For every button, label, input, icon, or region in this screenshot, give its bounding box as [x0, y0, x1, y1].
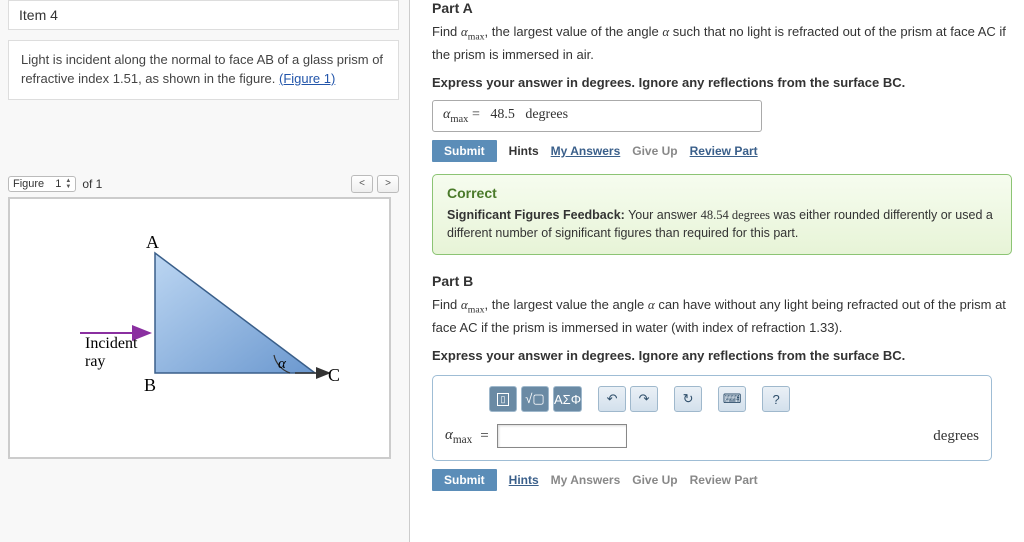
figure-nav: < >	[351, 175, 399, 193]
figure-header: Figure 1 ▲▼ of 1 < >	[8, 175, 399, 193]
part-a-instruction: Express your answer in degrees. Ignore a…	[432, 73, 1012, 93]
figure-current: 1	[55, 178, 61, 190]
right-column: Part A Find αmax, the largest value of t…	[410, 0, 1024, 542]
equation-toolbar: ▯ √▢ ΑΣΦ ↶ ↷ ↻ ⌨ ?	[489, 386, 979, 412]
part-a-submit-button[interactable]: Submit	[432, 140, 497, 162]
part-b-hints[interactable]: Hints	[509, 473, 539, 487]
part-a-question: Find αmax, the largest value of the angl…	[432, 22, 1012, 65]
vertex-c: C	[328, 365, 340, 385]
part-b-label: Part B	[432, 273, 1012, 289]
left-column: Item 4 Light is incident along the norma…	[0, 0, 410, 542]
keyboard-button[interactable]: ⌨	[718, 386, 746, 412]
page-root: Item 4 Light is incident along the norma…	[0, 0, 1024, 542]
feedback-sigfig: Significant Figures Feedback: Your answe…	[447, 207, 997, 242]
part-b-my-answers[interactable]: My Answers	[551, 473, 621, 487]
part-a-units: degrees	[525, 107, 568, 122]
feedback-box: Correct Significant Figures Feedback: Yo…	[432, 174, 1012, 255]
answer-input-row: αmax = degrees	[445, 424, 979, 448]
figure-of-text: of 1	[82, 177, 102, 191]
part-b-instruction: Express your answer in degrees. Ignore a…	[432, 346, 1012, 366]
part-a-my-answers[interactable]: My Answers	[551, 144, 621, 158]
item-title: Item 4	[8, 0, 399, 30]
figure-selector[interactable]: Figure 1 ▲▼	[8, 176, 76, 192]
part-a-answer-box: αmax = 48.5 degrees	[432, 100, 762, 132]
angle-alpha: α	[278, 356, 287, 372]
vertex-b: B	[144, 375, 156, 395]
feedback-correct: Correct	[447, 185, 997, 201]
part-b-give-up[interactable]: Give Up	[632, 473, 677, 487]
equals-b: =	[480, 428, 488, 445]
reset-button[interactable]: ↻	[674, 386, 702, 412]
sqrt-button[interactable]: √▢	[521, 386, 549, 412]
part-a-review[interactable]: Review Part	[690, 144, 758, 158]
sigfig-pre: Your answer	[625, 208, 701, 222]
greek-button[interactable]: ΑΣΦ	[553, 386, 582, 412]
part-b-review[interactable]: Review Part	[690, 473, 758, 487]
part-a-var: αmax	[443, 107, 468, 122]
part-b-actions: Submit Hints My Answers Give Up Review P…	[432, 469, 1012, 491]
help-button[interactable]: ?	[762, 386, 790, 412]
part-b-units: degrees	[933, 428, 979, 445]
figure-label: Figure	[13, 178, 44, 190]
stepper-icon[interactable]: ▲▼	[65, 178, 71, 190]
undo-button[interactable]: ↶	[598, 386, 626, 412]
equals: =	[472, 107, 480, 122]
template-button[interactable]: ▯	[489, 386, 517, 412]
part-b-submit-button[interactable]: Submit	[432, 469, 497, 491]
part-b-question: Find αmax, the largest value the angle α…	[432, 295, 1012, 338]
figure-link[interactable]: (Figure 1)	[279, 71, 335, 86]
figure-frame: A B C α Incident ray	[8, 197, 391, 459]
incident-label-2: ray	[85, 353, 105, 370]
sigfig-val: 48.54 degrees	[701, 208, 770, 222]
sigfig-label: Significant Figures Feedback:	[447, 208, 625, 222]
part-b-answer-input[interactable]	[497, 424, 627, 448]
part-b-var: αmax	[445, 427, 472, 446]
part-a-hints[interactable]: Hints	[509, 144, 539, 158]
answer-input-pane: ▯ √▢ ΑΣΦ ↶ ↷ ↻ ⌨ ? αmax = degrees	[432, 375, 992, 461]
vertex-a: A	[146, 232, 159, 252]
part-a-value: 48.5	[490, 107, 515, 122]
prism-diagram: A B C α Incident ray	[40, 218, 360, 438]
redo-button[interactable]: ↷	[630, 386, 658, 412]
figure-next-button[interactable]: >	[377, 175, 399, 193]
problem-statement: Light is incident along the normal to fa…	[8, 40, 399, 100]
part-a-actions: Submit Hints My Answers Give Up Review P…	[432, 140, 1012, 162]
part-a-give-up[interactable]: Give Up	[632, 144, 677, 158]
figure-prev-button[interactable]: <	[351, 175, 373, 193]
incident-label-1: Incident	[85, 335, 138, 352]
part-a-label-cut: Part A	[432, 0, 1012, 16]
